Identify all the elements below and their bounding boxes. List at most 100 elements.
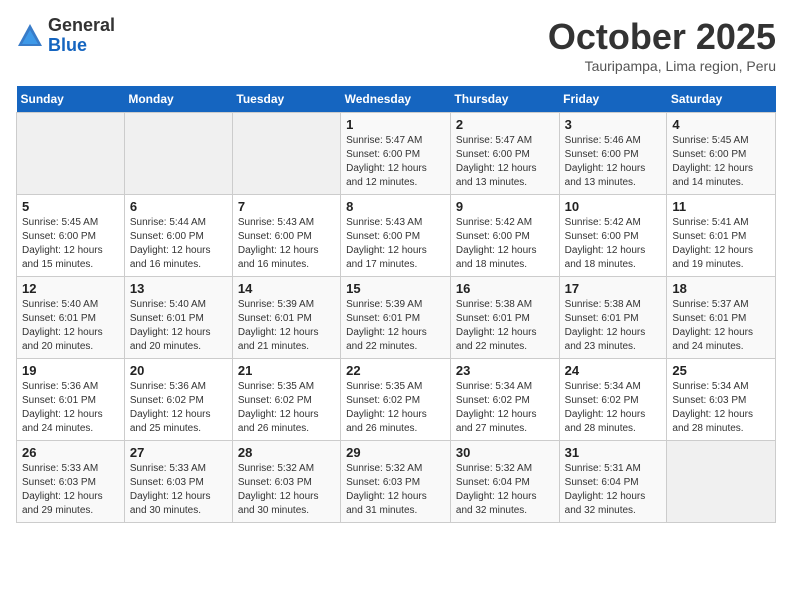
day-number: 6 <box>130 199 227 214</box>
week-row-4: 19Sunrise: 5:36 AM Sunset: 6:01 PM Dayli… <box>17 359 776 441</box>
day-number: 20 <box>130 363 227 378</box>
day-info: Sunrise: 5:40 AM Sunset: 6:01 PM Dayligh… <box>22 298 119 354</box>
day-info: Sunrise: 5:32 AM Sunset: 6:04 PM Dayligh… <box>456 462 554 518</box>
logo-blue-text: Blue <box>48 36 115 56</box>
calendar-cell: 9Sunrise: 5:42 AM Sunset: 6:00 PM Daylig… <box>450 195 559 277</box>
day-number: 30 <box>456 445 554 460</box>
day-number: 13 <box>130 281 227 296</box>
day-info: Sunrise: 5:38 AM Sunset: 6:01 PM Dayligh… <box>565 298 662 354</box>
day-info: Sunrise: 5:33 AM Sunset: 6:03 PM Dayligh… <box>130 462 227 518</box>
calendar-cell: 6 Sunrise: 5:44 AM Sunset: 6:00 PM Daylig… <box>124 195 232 277</box>
day-info: Sunrise: 5:42 AM Sunset: 6:00 PM Dayligh… <box>565 216 662 272</box>
day-number: 26 <box>22 445 119 460</box>
weekday-header-friday: Friday <box>559 86 667 113</box>
page-header: General Blue October 2025 Tauripampa, Li… <box>16 16 776 74</box>
calendar-cell: 14 Sunrise: 5:39 AM Sunset: 6:01 PM Dayli… <box>232 277 340 359</box>
calendar-cell: 27 Sunrise: 5:33 AM Sunset: 6:03 PM Dayli… <box>124 441 232 523</box>
day-number: 23 <box>456 363 554 378</box>
day-number: 17 <box>565 281 662 296</box>
calendar-cell: 26 Sunrise: 5:33 AM Sunset: 6:03 PM Dayli… <box>17 441 125 523</box>
day-info: Sunrise: 5:39 AM Sunset: 6:01 PM Dayligh… <box>346 298 445 354</box>
day-info: Sunrise: 5:38 AM Sunset: 6:01 PM Dayligh… <box>456 298 554 354</box>
day-info: Sunrise: 5:45 AM Sunset: 6:00 PM Dayligh… <box>672 134 770 190</box>
logo-general-text: General <box>48 16 115 36</box>
day-info: Sunrise: 5:47 AM Sunset: 6:00 PM Dayligh… <box>346 134 445 190</box>
calendar-cell: 17 Sunrise: 5:38 AM Sunset: 6:01 PM Dayli… <box>559 277 667 359</box>
day-number: 31 <box>565 445 662 460</box>
day-info: Sunrise: 5:36 AM Sunset: 6:02 PM Dayligh… <box>130 380 227 436</box>
calendar-cell <box>17 113 125 195</box>
day-number: 15 <box>346 281 445 296</box>
day-number: 7 <box>238 199 335 214</box>
day-info: Sunrise: 5:35 AM Sunset: 6:02 PM Dayligh… <box>238 380 335 436</box>
week-row-5: 26 Sunrise: 5:33 AM Sunset: 6:03 PM Dayli… <box>17 441 776 523</box>
day-info: Sunrise: 5:34 AM Sunset: 6:02 PM Dayligh… <box>456 380 554 436</box>
month-title: October 2025 <box>548 16 776 58</box>
calendar-cell: 12Sunrise: 5:40 AM Sunset: 6:01 PM Dayli… <box>17 277 125 359</box>
day-info: Sunrise: 5:41 AM Sunset: 6:01 PM Dayligh… <box>672 216 770 272</box>
weekday-header-tuesday: Tuesday <box>232 86 340 113</box>
weekday-header-monday: Monday <box>124 86 232 113</box>
calendar-header: SundayMondayTuesdayWednesdayThursdayFrid… <box>17 86 776 113</box>
day-number: 8 <box>346 199 445 214</box>
calendar-cell: 2Sunrise: 5:47 AM Sunset: 6:00 PM Daylig… <box>450 113 559 195</box>
day-number: 5 <box>22 199 119 214</box>
day-info: Sunrise: 5:35 AM Sunset: 6:02 PM Dayligh… <box>346 380 445 436</box>
calendar-cell: 10Sunrise: 5:42 AM Sunset: 6:00 PM Dayli… <box>559 195 667 277</box>
calendar-cell: 5 Sunrise: 5:45 AM Sunset: 6:00 PM Daylig… <box>17 195 125 277</box>
location-subtitle: Tauripampa, Lima region, Peru <box>548 58 776 74</box>
day-info: Sunrise: 5:46 AM Sunset: 6:00 PM Dayligh… <box>565 134 662 190</box>
calendar-cell: 4Sunrise: 5:45 AM Sunset: 6:00 PM Daylig… <box>667 113 776 195</box>
day-info: Sunrise: 5:44 AM Sunset: 6:00 PM Dayligh… <box>130 216 227 272</box>
title-block: October 2025 Tauripampa, Lima region, Pe… <box>548 16 776 74</box>
day-number: 11 <box>672 199 770 214</box>
day-info: Sunrise: 5:32 AM Sunset: 6:03 PM Dayligh… <box>346 462 445 518</box>
calendar-cell <box>124 113 232 195</box>
day-number: 24 <box>565 363 662 378</box>
calendar-cell: 15 Sunrise: 5:39 AM Sunset: 6:01 PM Dayli… <box>341 277 451 359</box>
day-info: Sunrise: 5:40 AM Sunset: 6:01 PM Dayligh… <box>130 298 227 354</box>
calendar-cell: 7 Sunrise: 5:43 AM Sunset: 6:00 PM Daylig… <box>232 195 340 277</box>
day-number: 27 <box>130 445 227 460</box>
calendar-cell: 29 Sunrise: 5:32 AM Sunset: 6:03 PM Dayli… <box>341 441 451 523</box>
day-info: Sunrise: 5:33 AM Sunset: 6:03 PM Dayligh… <box>22 462 119 518</box>
calendar-cell: 16 Sunrise: 5:38 AM Sunset: 6:01 PM Dayli… <box>450 277 559 359</box>
day-number: 25 <box>672 363 770 378</box>
calendar-cell: 3 Sunrise: 5:46 AM Sunset: 6:00 PM Daylig… <box>559 113 667 195</box>
calendar-table: SundayMondayTuesdayWednesdayThursdayFrid… <box>16 86 776 523</box>
weekday-header-wednesday: Wednesday <box>341 86 451 113</box>
calendar-cell: 1 Sunrise: 5:47 AM Sunset: 6:00 PM Daylig… <box>341 113 451 195</box>
calendar-body: 1 Sunrise: 5:47 AM Sunset: 6:00 PM Daylig… <box>17 113 776 523</box>
day-info: Sunrise: 5:31 AM Sunset: 6:04 PM Dayligh… <box>565 462 662 518</box>
weekday-header-row: SundayMondayTuesdayWednesdayThursdayFrid… <box>17 86 776 113</box>
weekday-header-thursday: Thursday <box>450 86 559 113</box>
calendar-cell <box>232 113 340 195</box>
day-info: Sunrise: 5:32 AM Sunset: 6:03 PM Dayligh… <box>238 462 335 518</box>
day-number: 14 <box>238 281 335 296</box>
day-info: Sunrise: 5:39 AM Sunset: 6:01 PM Dayligh… <box>238 298 335 354</box>
calendar-cell: 11 Sunrise: 5:41 AM Sunset: 6:01 PM Dayli… <box>667 195 776 277</box>
day-number: 22 <box>346 363 445 378</box>
day-number: 21 <box>238 363 335 378</box>
week-row-1: 1 Sunrise: 5:47 AM Sunset: 6:00 PM Daylig… <box>17 113 776 195</box>
calendar-cell: 22 Sunrise: 5:35 AM Sunset: 6:02 PM Dayli… <box>341 359 451 441</box>
weekday-header-saturday: Saturday <box>667 86 776 113</box>
day-info: Sunrise: 5:36 AM Sunset: 6:01 PM Dayligh… <box>22 380 119 436</box>
day-number: 3 <box>565 117 662 132</box>
day-number: 28 <box>238 445 335 460</box>
calendar-cell: 19Sunrise: 5:36 AM Sunset: 6:01 PM Dayli… <box>17 359 125 441</box>
logo-icon <box>16 22 44 50</box>
day-info: Sunrise: 5:45 AM Sunset: 6:00 PM Dayligh… <box>22 216 119 272</box>
calendar-cell: 30 Sunrise: 5:32 AM Sunset: 6:04 PM Dayli… <box>450 441 559 523</box>
calendar-cell: 31 Sunrise: 5:31 AM Sunset: 6:04 PM Dayli… <box>559 441 667 523</box>
day-info: Sunrise: 5:34 AM Sunset: 6:03 PM Dayligh… <box>672 380 770 436</box>
day-info: Sunrise: 5:43 AM Sunset: 6:00 PM Dayligh… <box>238 216 335 272</box>
calendar-cell: 20 Sunrise: 5:36 AM Sunset: 6:02 PM Dayli… <box>124 359 232 441</box>
weekday-header-sunday: Sunday <box>17 86 125 113</box>
day-number: 29 <box>346 445 445 460</box>
day-info: Sunrise: 5:34 AM Sunset: 6:02 PM Dayligh… <box>565 380 662 436</box>
day-number: 1 <box>346 117 445 132</box>
week-row-2: 5 Sunrise: 5:45 AM Sunset: 6:00 PM Daylig… <box>17 195 776 277</box>
day-number: 16 <box>456 281 554 296</box>
calendar-cell: 13 Sunrise: 5:40 AM Sunset: 6:01 PM Dayli… <box>124 277 232 359</box>
